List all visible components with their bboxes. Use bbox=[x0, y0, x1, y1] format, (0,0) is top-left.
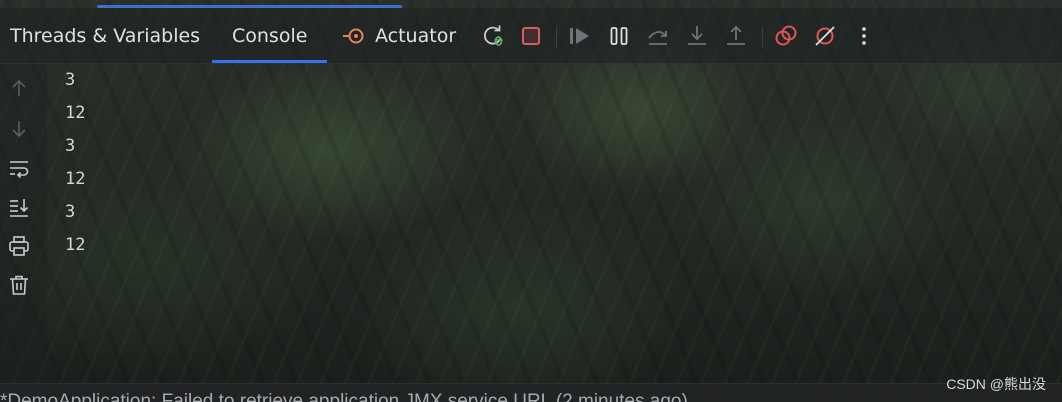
tab-console[interactable]: Console bbox=[212, 8, 328, 63]
more-options-button[interactable] bbox=[851, 23, 877, 49]
tab-console-label: Console bbox=[232, 24, 308, 47]
more-options-icon bbox=[862, 27, 866, 45]
pause-icon bbox=[610, 27, 628, 45]
view-breakpoints-icon bbox=[775, 25, 797, 46]
step-out-button[interactable] bbox=[723, 23, 749, 49]
toolbar-separator bbox=[762, 26, 763, 48]
rerun-debug-button[interactable] bbox=[480, 23, 506, 49]
tab-actuator[interactable]: Actuator bbox=[342, 8, 456, 63]
status-message[interactable]: *DemoApplication: Failed to retrieve app… bbox=[0, 391, 688, 402]
print-button[interactable] bbox=[6, 233, 32, 259]
tab-actuator-label: Actuator bbox=[375, 24, 457, 47]
scroll-to-end-button[interactable] bbox=[6, 194, 32, 220]
console-line: 3 bbox=[65, 70, 76, 90]
console-line: 12 bbox=[65, 169, 86, 189]
resume-button[interactable] bbox=[567, 23, 593, 49]
scroll-up-icon bbox=[12, 79, 26, 96]
console-side-toolbar bbox=[0, 64, 47, 382]
print-icon bbox=[9, 236, 29, 256]
trash-icon bbox=[10, 275, 28, 295]
tab-threads-variables[interactable]: Threads & Variables bbox=[10, 8, 200, 63]
stop-button[interactable] bbox=[518, 23, 544, 49]
actuator-icon bbox=[343, 28, 364, 43]
mute-breakpoints-icon bbox=[815, 26, 835, 46]
console-line: 3 bbox=[65, 136, 76, 156]
console-line: 3 bbox=[65, 202, 76, 222]
clear-all-button[interactable] bbox=[6, 272, 32, 298]
step-over-button[interactable] bbox=[645, 23, 671, 49]
debug-toolbar: Threads & Variables Console Actuator bbox=[0, 8, 1062, 64]
mute-breakpoints-button[interactable] bbox=[812, 23, 838, 49]
soft-wrap-icon bbox=[10, 161, 29, 179]
watermark: CSDN @熊出没 bbox=[946, 376, 1046, 392]
step-out-icon bbox=[727, 25, 745, 45]
console-line: 12 bbox=[65, 103, 86, 123]
rerun-debug-icon bbox=[483, 25, 503, 46]
step-into-icon bbox=[688, 26, 706, 45]
scroll-to-end-icon bbox=[10, 199, 29, 217]
tab-threads-variables-label: Threads & Variables bbox=[10, 24, 201, 47]
console-line: 12 bbox=[65, 235, 86, 255]
step-over-icon bbox=[648, 31, 667, 45]
scroll-up-button[interactable] bbox=[6, 75, 32, 101]
step-into-button[interactable] bbox=[684, 23, 710, 49]
view-breakpoints-button[interactable] bbox=[773, 23, 799, 49]
status-bar: *DemoApplication: Failed to retrieve app… bbox=[0, 383, 1062, 402]
pause-button[interactable] bbox=[606, 23, 632, 49]
resume-icon bbox=[570, 28, 589, 44]
stop-icon bbox=[522, 27, 540, 45]
toolbar-separator bbox=[556, 26, 557, 48]
scroll-down-button[interactable] bbox=[6, 116, 32, 142]
soft-wrap-button[interactable] bbox=[6, 155, 32, 181]
scroll-down-icon bbox=[12, 121, 26, 138]
debug-tool-window: Threads & Variables Console Actuator 3 1… bbox=[0, 0, 1062, 402]
